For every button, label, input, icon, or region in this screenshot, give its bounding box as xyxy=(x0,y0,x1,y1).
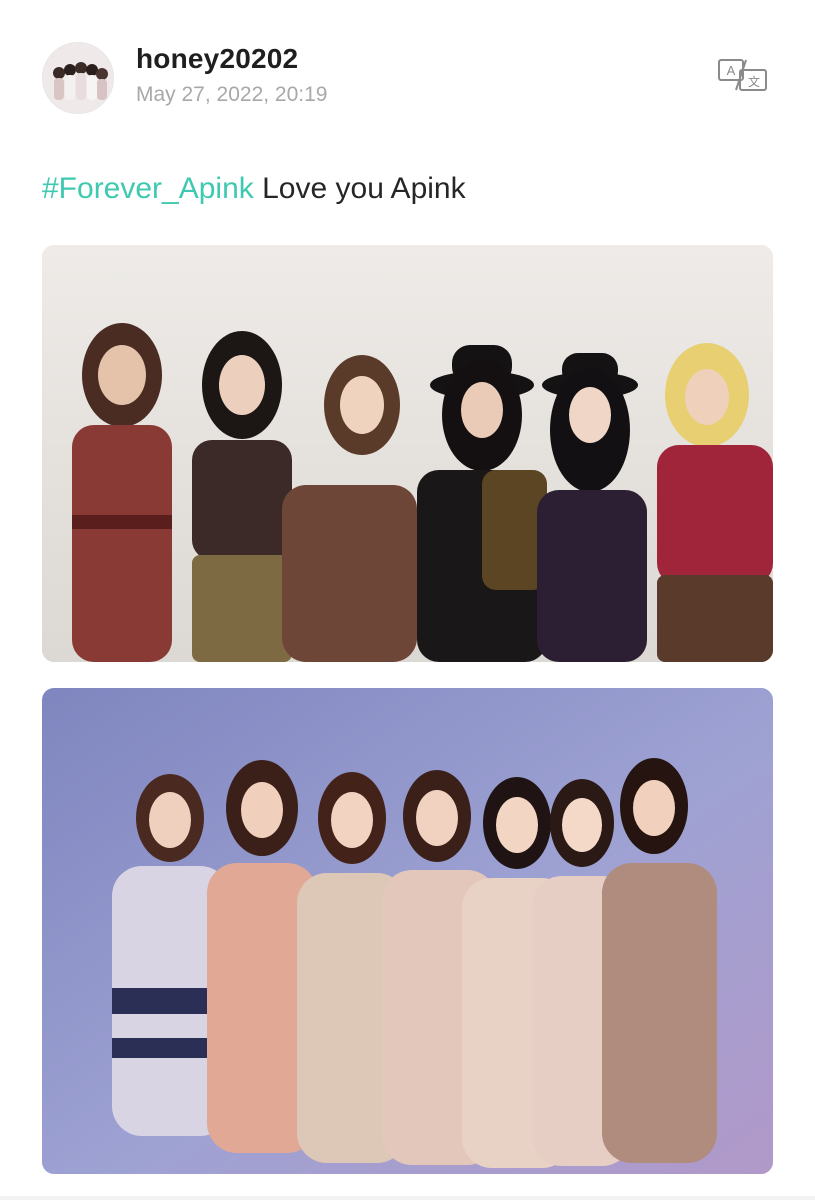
username[interactable]: honey20202 xyxy=(136,43,298,75)
post-header: honey20202 May 27, 2022, 20:19 A 文 xyxy=(0,0,815,140)
bottom-divider xyxy=(0,1196,815,1200)
post-caption: #Forever_Apink Love you Apink xyxy=(42,172,466,206)
user-avatar[interactable] xyxy=(42,42,114,114)
svg-text:文: 文 xyxy=(748,74,760,89)
post-timestamp: May 27, 2022, 20:19 xyxy=(136,83,328,106)
svg-text:A: A xyxy=(727,63,736,78)
hashtag-link[interactable]: #Forever_Apink xyxy=(42,172,254,205)
translate-icon[interactable]: A 文 xyxy=(716,56,770,94)
group-photo-1[interactable] xyxy=(42,245,773,662)
group-photo-2[interactable] xyxy=(42,688,773,1174)
caption-text: Love you Apink xyxy=(253,172,466,205)
